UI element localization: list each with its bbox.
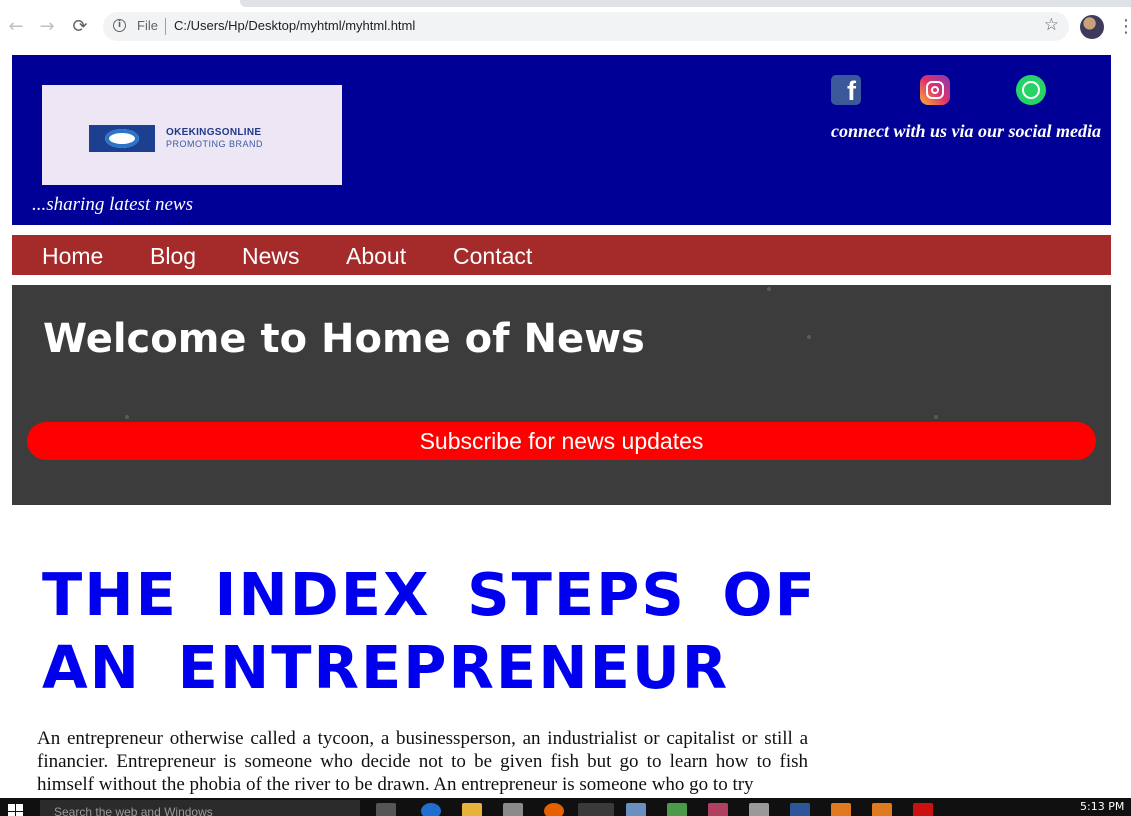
decor-dot <box>125 415 129 419</box>
task-view-icon[interactable] <box>376 803 396 816</box>
windows-taskbar: Search the web and Windows 5:13 PM <box>0 798 1131 816</box>
taskbar-clock[interactable]: 5:13 PM <box>1080 800 1124 813</box>
acrobat-icon[interactable] <box>913 803 933 816</box>
url-divider <box>165 18 166 35</box>
decor-dot <box>807 335 811 339</box>
profile-avatar[interactable] <box>1080 15 1104 39</box>
url-text[interactable]: C:/Users/Hp/Desktop/myhtml/myhtml.html <box>174 18 415 33</box>
app-icon[interactable] <box>708 803 728 816</box>
windows-start-icon[interactable] <box>8 804 24 816</box>
bookmark-star-icon[interactable]: ☆ <box>1044 15 1059 35</box>
file-label: File <box>137 18 158 33</box>
nav-about[interactable]: About <box>346 243 406 270</box>
app-icon[interactable] <box>626 803 646 816</box>
article-title: THE INDEX STEPS OF AN ENTREPRENEUR <box>42 560 817 702</box>
decor-dot <box>934 415 938 419</box>
store-icon[interactable] <box>503 803 523 816</box>
tab-strip <box>0 0 1131 8</box>
main-nav: Home Blog News About Contact <box>12 235 1111 275</box>
nav-contact[interactable]: Contact <box>453 243 532 270</box>
hero-title: Welcome to Home of News <box>43 316 645 362</box>
logo-tagline: PROMOTING BRAND <box>166 139 264 149</box>
taskbar-search[interactable]: Search the web and Windows <box>40 800 360 816</box>
hero-banner: Welcome to Home of News Subscribe for ne… <box>12 285 1111 505</box>
site-logo[interactable]: OKEKINGSONLINE PROMOTING BRAND <box>42 85 342 185</box>
app-icon[interactable] <box>872 803 892 816</box>
app-icon[interactable] <box>831 803 851 816</box>
nav-blog[interactable]: Blog <box>150 243 196 270</box>
article-body: An entrepreneur otherwise called a tycoo… <box>37 728 808 795</box>
reload-button[interactable]: ⟳ <box>68 16 92 38</box>
subscribe-button[interactable]: Subscribe for news updates <box>27 422 1096 460</box>
site-header: OKEKINGSONLINE PROMOTING BRAND ...sharin… <box>12 55 1111 225</box>
facebook-icon[interactable]: f <box>831 75 861 106</box>
word-icon[interactable] <box>790 803 810 816</box>
logo-name: OKEKINGSONLINE <box>166 127 262 138</box>
social-caption: connect with us via our social media <box>830 121 1101 141</box>
notepad-icon[interactable] <box>749 803 769 816</box>
file-explorer-icon[interactable] <box>462 803 482 816</box>
logo-mark <box>89 125 155 152</box>
address-bar[interactable]: i File C:/Users/Hp/Desktop/myhtml/myhtml… <box>103 12 1069 41</box>
chrome-icon[interactable] <box>578 803 614 816</box>
nav-home[interactable]: Home <box>42 243 103 270</box>
forward-button[interactable]: → <box>35 16 59 38</box>
whatsapp-icon[interactable] <box>1016 75 1046 105</box>
back-button[interactable]: ← <box>4 16 28 38</box>
instagram-icon[interactable] <box>920 75 950 105</box>
app-icon[interactable] <box>667 803 687 816</box>
browser-toolbar: ← → ⟳ i File C:/Users/Hp/Desktop/myhtml/… <box>0 8 1131 46</box>
facebook-glyph: f <box>847 76 856 106</box>
site-tagline: ...sharing latest news <box>32 194 193 215</box>
info-icon[interactable]: i <box>113 19 126 32</box>
edge-icon[interactable] <box>421 803 441 816</box>
taskbar-search-placeholder: Search the web and Windows <box>54 805 213 816</box>
nav-news[interactable]: News <box>242 243 300 270</box>
tab-strip-inactive-area[interactable] <box>240 0 1131 7</box>
firefox-icon[interactable] <box>544 803 564 816</box>
browser-menu-icon[interactable]: ⋮ <box>1117 16 1131 38</box>
decor-dot <box>767 287 771 291</box>
